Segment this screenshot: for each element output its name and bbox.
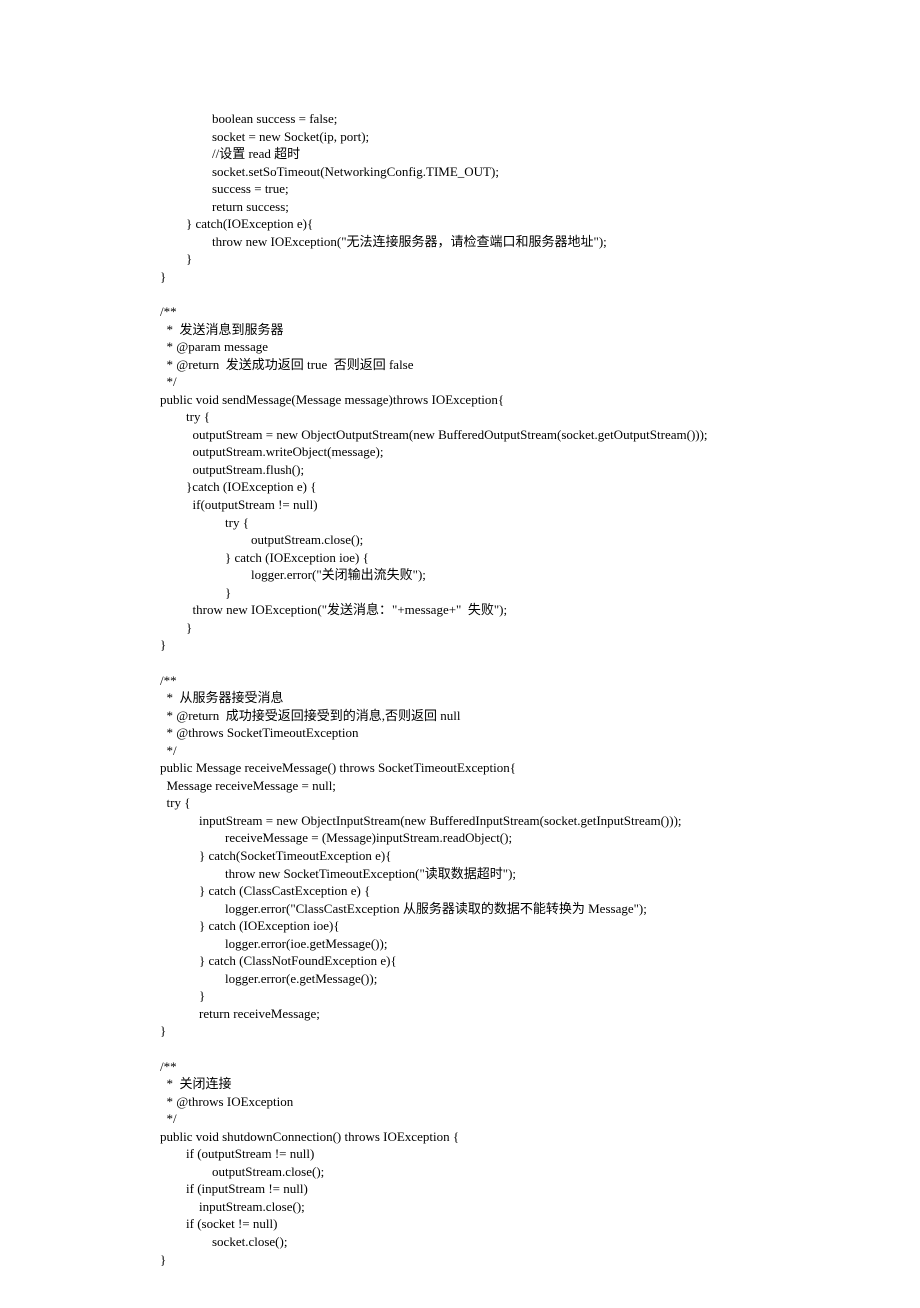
code-block: boolean success = false; socket = new So… (160, 110, 870, 1268)
document-page: boolean success = false; socket = new So… (0, 0, 920, 1308)
